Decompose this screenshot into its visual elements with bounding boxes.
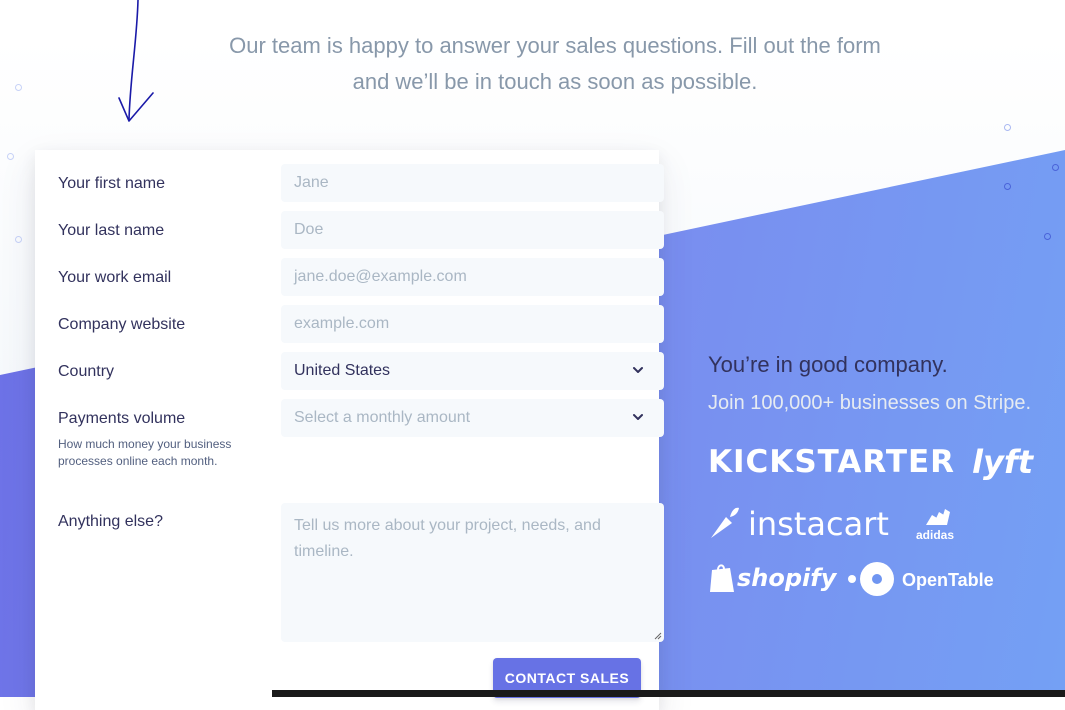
lyft-logo: lyft — [972, 443, 1034, 481]
shopify-logo: shopify — [737, 564, 837, 592]
adidas-wordmark: adidas — [915, 528, 954, 542]
decorative-circle — [1052, 164, 1059, 171]
opentable-mark-icon — [848, 562, 894, 596]
notes-placeholder: Tell us more about your project, needs, … — [294, 517, 601, 560]
country-select[interactable]: United States — [281, 352, 664, 390]
decorative-circle — [7, 153, 14, 160]
notes-textarea[interactable]: Tell us more about your project, needs, … — [281, 503, 664, 642]
page-headline: Our team is happy to answer your sales q… — [229, 33, 881, 94]
notes-label: Anything else? — [58, 513, 163, 530]
instacart-logo: instacart — [748, 505, 889, 543]
adidas-stripes-icon — [926, 509, 950, 525]
first-name-label: Your first name — [58, 175, 166, 192]
carrot-icon — [711, 507, 739, 538]
adidas-logo: adidas — [912, 507, 958, 542]
last-name-input[interactable]: Doe — [281, 211, 664, 249]
opentable-logo: OpenTable — [902, 570, 994, 590]
company-title: You’re in good company. — [708, 352, 948, 377]
last-name-label: Your last name — [58, 222, 165, 239]
bottom-bar — [272, 690, 1065, 697]
kickstarter-logo: KICKSTARTER — [708, 444, 956, 480]
decorative-circle — [1004, 183, 1011, 190]
volume-placeholder: Select a monthly amount — [294, 409, 471, 426]
country-value: United States — [294, 362, 391, 379]
contact-form-card: Your first name Jane Your last name Doe … — [35, 150, 664, 710]
decorative-circle — [15, 84, 22, 91]
shopify-bag-icon — [710, 564, 734, 592]
volume-helper-text: How much money your business processes o… — [58, 437, 232, 468]
decorative-circle — [1044, 233, 1051, 240]
resize-handle-icon[interactable] — [654, 632, 662, 640]
first-name-input[interactable]: Jane — [281, 164, 664, 202]
country-label: Country — [58, 363, 115, 380]
chevron-down-icon — [633, 367, 643, 373]
decorative-circle — [15, 236, 22, 243]
email-input[interactable]: jane.doe@example.com — [281, 258, 664, 296]
decorative-circle — [1004, 124, 1011, 131]
company-subtitle: Join 100,000+ businesses on Stripe. — [708, 392, 1031, 414]
volume-label: Payments volume — [58, 410, 186, 427]
website-input[interactable]: example.com — [281, 305, 664, 343]
hand-drawn-arrow-icon — [118, 0, 154, 122]
email-label: Your work email — [58, 269, 172, 286]
website-label: Company website — [58, 316, 186, 333]
volume-select[interactable]: Select a monthly amount — [281, 399, 664, 437]
chevron-down-icon — [633, 414, 643, 420]
